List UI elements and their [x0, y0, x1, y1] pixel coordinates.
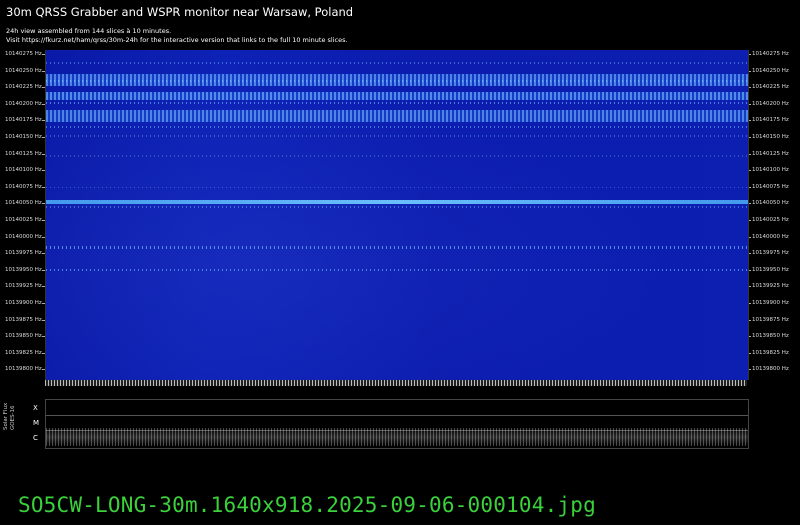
frequency-label: 10139875 Hz	[752, 316, 789, 323]
frequency-label: 10140200 Hz	[752, 100, 789, 107]
frequency-label: 10140025 Hz	[5, 217, 42, 223]
frequency-label: 10140250 Hz	[752, 67, 789, 74]
frequency-label: 10139800 Hz	[752, 366, 789, 373]
description-line-1: 24h view assembled from 144 slices à 10 …	[6, 27, 172, 35]
description-line-2: Visit https://fkurz.net/ham/qrss/30m-24h…	[6, 36, 348, 44]
frequency-label: 10139900 Hz	[752, 300, 789, 306]
frequency-label: 10139825 Hz	[752, 349, 789, 356]
solar-flux-label: Solar Flux	[3, 402, 9, 430]
frequency-label: 10140075 Hz	[752, 183, 789, 190]
frequency-label: 10140000 Hz	[752, 233, 789, 240]
signal-trace	[46, 269, 748, 271]
frequency-label: 10140175 Hz	[752, 117, 789, 124]
signal-trace	[46, 206, 748, 208]
time-scale-strip	[45, 380, 747, 386]
xray-side-label: Solar Flux GOES-16	[3, 403, 17, 430]
frequency-label: 10139825 Hz	[5, 349, 42, 356]
frequency-label: 10140100 Hz	[5, 167, 42, 174]
xray-class-x: X	[33, 404, 38, 412]
signal-trace	[46, 187, 748, 188]
frequency-label: 10140225 Hz	[5, 84, 42, 91]
signal-trace	[46, 155, 748, 157]
signal-trace	[46, 200, 748, 204]
xray-class-m: M	[33, 419, 40, 427]
xray-class-c: C	[33, 434, 38, 442]
signal-trace	[46, 62, 748, 64]
frequency-label: 10140025 Hz	[752, 217, 789, 223]
frequency-label: 10139975 Hz	[752, 250, 789, 257]
frequency-label: 10139925 Hz	[5, 283, 42, 290]
frequency-label: 10139875 Hz	[5, 316, 42, 323]
frequency-label: 10140275 Hz	[5, 51, 42, 57]
frequency-label: 10140125 Hz	[5, 150, 42, 157]
frequency-label: 10139950 Hz	[752, 266, 789, 273]
x-class-line	[46, 415, 748, 416]
frequency-label: 10139950 Hz	[5, 266, 42, 273]
xray-flux-panel	[45, 399, 749, 449]
frequency-label: 10140100 Hz	[752, 167, 789, 174]
frequency-label: 10139850 Hz	[5, 333, 42, 340]
frequency-label: 10140075 Hz	[5, 183, 42, 190]
frequency-label: 10139975 Hz	[5, 250, 42, 257]
frequency-label: 10140125 Hz	[752, 150, 789, 157]
frequency-label: 10140225 Hz	[752, 84, 789, 91]
signal-trace	[46, 80, 748, 82]
signal-trace	[46, 102, 748, 104]
frequency-label: 10139925 Hz	[752, 283, 789, 290]
spectrogram-image	[45, 50, 749, 380]
frequency-label: 10140000 Hz	[5, 233, 42, 240]
signal-trace	[46, 246, 748, 249]
frequency-label: 10139800 Hz	[5, 366, 42, 373]
frequency-label: 10140275 Hz	[752, 51, 789, 57]
frequency-label: 10140150 Hz	[752, 134, 789, 140]
frequency-label: 10140150 Hz	[5, 134, 42, 140]
signal-trace	[46, 126, 748, 128]
xray-flux-trace	[46, 428, 748, 446]
frequency-label: 10139900 Hz	[5, 300, 42, 306]
page-title: 30m QRSS Grabber and WSPR monitor near W…	[6, 5, 354, 19]
signal-trace	[46, 110, 748, 122]
frequency-label: 10140200 Hz	[5, 100, 42, 107]
goes-label: GOES-16	[10, 405, 16, 430]
frequency-label: 10140050 Hz	[5, 200, 42, 207]
frequency-label: 10139850 Hz	[752, 333, 789, 340]
signal-trace	[46, 92, 748, 100]
frequency-label: 10140250 Hz	[5, 67, 42, 74]
image-filename: SO5CW-LONG-30m.1640x918.2025-09-06-00010…	[18, 493, 596, 517]
frequency-label: 10140050 Hz	[752, 200, 789, 207]
frequency-label: 10140175 Hz	[5, 117, 42, 124]
signal-trace	[46, 135, 748, 137]
